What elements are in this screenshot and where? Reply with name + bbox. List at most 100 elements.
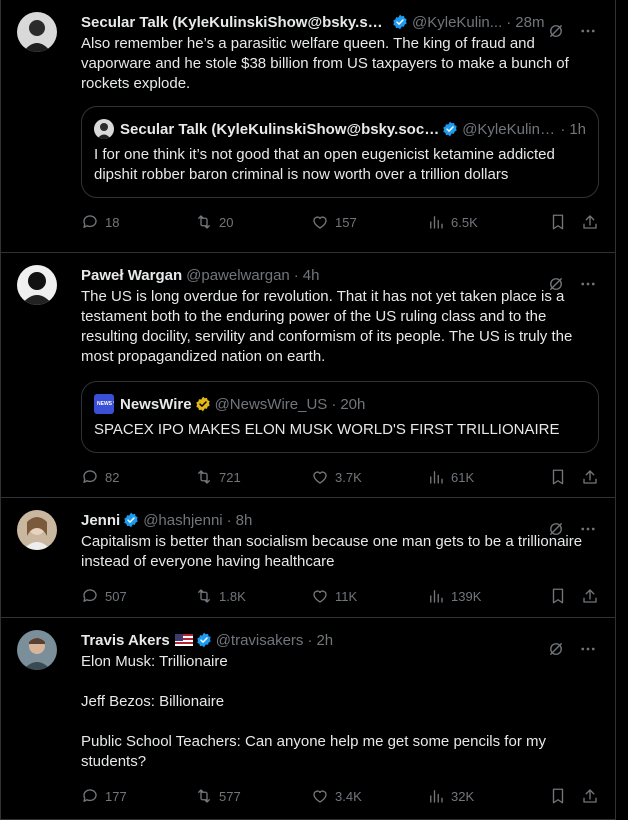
quoted-tweet-text: I for one think it’s not good that an op… [94,146,560,183]
reply-icon [83,589,97,602]
quoted-tweet[interactable]: NEWS WIRE NewsWire @NewsWire_US · 20h SP… [81,381,599,453]
reply-icon [83,789,97,802]
avatar[interactable] [17,265,57,305]
us-flag-icon [174,634,193,646]
share-icon [583,470,597,484]
tweet-text: Capitalism is better than socialism beca… [81,533,587,570]
share-icon [583,789,597,803]
grok-icon[interactable] [547,640,565,663]
handle[interactable]: @travisakers [216,632,304,649]
like-button[interactable]: 3.4K [311,787,427,805]
verified-badge-icon [123,512,139,528]
bookmark-button[interactable] [549,587,567,605]
bookmark-icon [552,588,564,604]
share-icon [583,589,597,603]
tweet[interactable]: Jenni @hashjenni · 8h Capitalism is bett… [1,498,615,618]
verified-badge-icon [392,14,408,30]
timestamp[interactable]: 28m [515,14,544,31]
display-name[interactable]: Jenni [81,512,120,529]
retweet-icon [198,589,210,603]
grok-icon[interactable] [547,275,565,298]
timestamp[interactable]: 8h [236,512,253,529]
separator: · [506,13,512,31]
avatar[interactable] [17,630,57,670]
quoted-avatar [94,119,114,139]
more-icon[interactable] [579,640,597,663]
quoted-avatar: NEWS WIRE [94,394,114,414]
tweet-header: Paweł Wargan @pawelwargan · 4h [81,265,599,285]
quoted-tweet-text: SPACEX IPO MAKES ELON MUSK WORLD'S FIRST… [94,421,560,438]
like-count: 3.7K [335,469,362,485]
tweet-text: The US is long overdue for revolution. T… [81,288,577,365]
reply-button[interactable]: 507 [81,587,195,605]
retweet-icon [198,215,210,229]
more-icon[interactable] [579,275,597,298]
display-name[interactable]: Secular Talk (KyleKulinskiShow@bsky.soci… [81,14,389,31]
views-button[interactable]: 139K [427,587,545,605]
tweet[interactable]: Paweł Wargan @pawelwargan · 4h The US is… [1,253,615,498]
views-button[interactable]: 6.5K [427,213,545,231]
views-button[interactable]: 32K [427,787,545,805]
more-icon[interactable] [579,22,597,45]
share-icon [583,215,597,229]
retweet-count: 721 [219,469,241,485]
reply-button[interactable]: 177 [81,787,195,805]
share-button[interactable] [581,468,599,486]
retweet-button[interactable]: 1.8K [195,587,311,605]
quoted-timestamp: 1h [569,120,586,138]
share-button[interactable] [581,213,599,231]
tweet-actions: 18 20 157 6.5K [81,198,599,246]
grok-icon[interactable] [547,520,565,543]
tweet-actions: 507 1.8K 11K 139K [81,572,599,620]
bookmark-button[interactable] [549,787,567,805]
handle[interactable]: @KyleKulin... [412,14,502,31]
like-button[interactable]: 11K [311,587,427,605]
retweet-count: 1.8K [219,588,246,604]
heart-icon [313,471,327,484]
views-button[interactable]: 61K [427,468,545,486]
heart-icon [313,216,327,229]
quoted-timestamp: 20h [340,395,366,413]
retweet-count: 577 [219,788,241,804]
bookmark-button[interactable] [549,213,567,231]
retweet-button[interactable]: 20 [195,213,311,231]
share-button[interactable] [581,587,599,605]
tweet-actions: 177 577 3.4K 32K [81,772,599,820]
views-icon [430,471,443,484]
display-name[interactable]: Travis Akers [81,632,170,649]
tweet-header: Travis Akers @travisakers · 2h [81,630,599,650]
reply-button[interactable]: 18 [81,213,195,231]
quoted-display-name: Secular Talk (KyleKulinskiShow@bsky.soci… [120,120,440,138]
more-icon[interactable] [579,520,597,543]
bookmark-icon [552,214,564,230]
retweet-button[interactable]: 577 [195,787,311,805]
display-name[interactable]: Paweł Wargan [81,267,182,284]
handle[interactable]: @pawelwargan [186,267,290,284]
separator: · [331,395,337,413]
avatar[interactable] [17,12,57,52]
grok-icon[interactable] [547,22,565,45]
quoted-tweet[interactable]: Secular Talk (KyleKulinskiShow@bsky.soci… [81,106,599,198]
separator: · [226,511,232,529]
like-button[interactable]: 3.7K [311,468,427,486]
retweet-icon [198,470,210,484]
like-button[interactable]: 157 [311,213,427,231]
heart-icon [313,590,327,603]
bookmark-button[interactable] [549,468,567,486]
separator: · [560,120,566,138]
retweet-button[interactable]: 721 [195,468,311,486]
reply-button[interactable]: 82 [81,468,195,486]
tweet-text: Elon Musk: Trillionaire Jeff Bezos: Bill… [81,653,546,770]
timestamp[interactable]: 4h [303,267,320,284]
bookmark-icon [552,788,564,804]
views-icon [430,216,443,229]
share-button[interactable] [581,787,599,805]
tweet[interactable]: Secular Talk (KyleKulinskiShow@bsky.soci… [1,0,615,253]
like-count: 11K [335,588,358,604]
verified-badge-icon [442,121,458,137]
timestamp[interactable]: 2h [316,632,333,649]
handle[interactable]: @hashjenni [143,512,222,529]
avatar[interactable] [17,510,57,550]
tweet[interactable]: Travis Akers @travisakers · 2h Elon Musk… [1,618,615,820]
view-count: 6.5K [451,214,478,230]
